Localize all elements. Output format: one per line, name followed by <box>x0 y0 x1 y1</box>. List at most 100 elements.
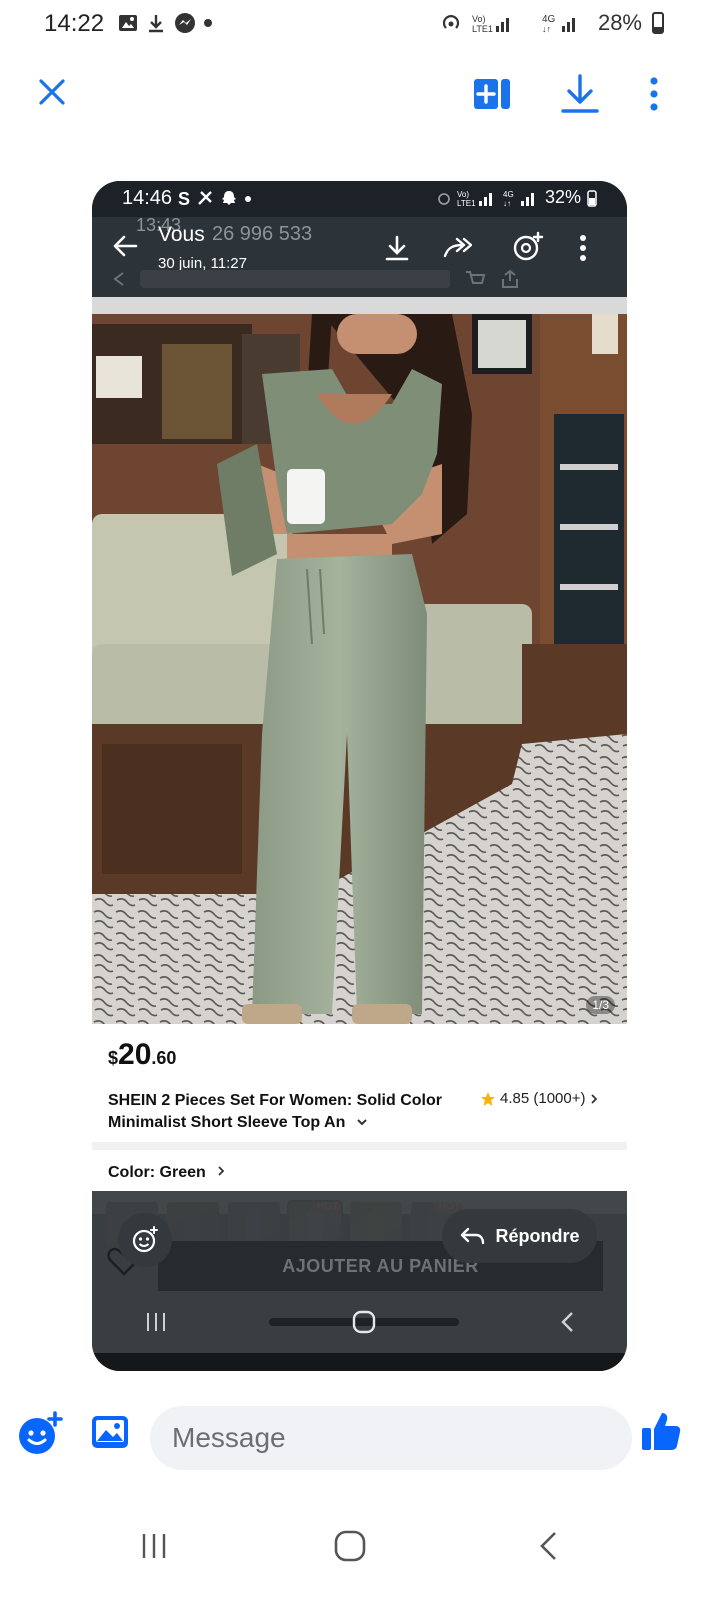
svg-text:↓↑: ↓↑ <box>542 24 551 34</box>
forward-icon <box>443 237 472 258</box>
color-label-text: Color: Green <box>108 1164 206 1181</box>
inner-battery-percent: 32% <box>544 187 581 207</box>
price-currency: $ <box>108 1048 119 1068</box>
s-app-icon: S <box>178 189 191 209</box>
star-icon <box>481 1091 495 1106</box>
color-selector-label[interactable]: Color: Green <box>108 1164 226 1182</box>
rating-text: 4.85 (1000+) <box>500 1090 586 1107</box>
shared-screenshot[interactable]: 14:46 S Vo) LTE1 4G ↓↑ 32% 13:43 26 996 53… <box>92 181 627 1371</box>
chevron-right-icon <box>218 1166 225 1176</box>
ghost-phone-number: 26 996 533 <box>212 223 313 245</box>
tool-icon <box>198 191 212 205</box>
product-title-text: SHEIN 2 Pieces Set For Women: Solid Colo… <box>108 1092 442 1131</box>
sticker-add-icon <box>513 231 544 261</box>
more-options-button[interactable] <box>642 74 666 114</box>
message-input[interactable] <box>150 1406 632 1470</box>
close-button[interactable] <box>34 74 70 110</box>
product-rating[interactable]: 4.85 (1000+) <box>480 1090 599 1107</box>
product-title[interactable]: SHEIN 2 Pieces Set For Women: Solid Colo… <box>108 1090 448 1134</box>
product-info: $20.60 SHEIN 2 Pieces Set For Women: Sol… <box>92 1024 627 1214</box>
recents-icon <box>142 1534 166 1558</box>
sticker-button[interactable] <box>16 1410 64 1458</box>
back-icon <box>560 1312 573 1332</box>
ghost-cart-icon <box>466 271 486 284</box>
inner-signal-icon: Vo)LTE1 <box>457 190 492 207</box>
inner-battery-icon <box>587 189 597 207</box>
price-decimal: .60 <box>151 1048 177 1068</box>
section-divider <box>92 1142 627 1150</box>
inner-bottom-strip <box>92 1353 627 1371</box>
chevron-down-icon <box>357 1119 367 1126</box>
home-button[interactable] <box>328 1526 372 1566</box>
chevron-right-icon <box>591 1093 598 1104</box>
emoji-add-icon <box>132 1226 158 1253</box>
close-icon <box>39 79 65 105</box>
download-icon <box>561 74 599 113</box>
thumbs-up-icon <box>642 1413 681 1450</box>
ghost-share-icon <box>502 269 518 288</box>
inner-navigation-bar <box>92 1291 627 1353</box>
inner-forward-button[interactable] <box>440 231 474 265</box>
arrow-left-icon <box>113 235 138 257</box>
ghost-back-icon <box>113 272 124 286</box>
svg-text:4G: 4G <box>503 190 514 199</box>
product-photo[interactable]: 1/3 <box>92 314 627 1024</box>
svg-text:↓↑: ↓↑ <box>503 199 511 207</box>
image-counter: 1/3 <box>586 996 615 1014</box>
home-icon <box>352 1310 375 1334</box>
messenger-notification-icon <box>174 12 196 34</box>
back-button[interactable] <box>532 1528 564 1564</box>
recents-button[interactable] <box>134 1528 174 1564</box>
inner-viewer-header: 13:43 26 996 533 Vous 30 juin, 11:27 <box>92 215 627 297</box>
message-composer <box>0 1406 718 1500</box>
dot-icon <box>204 19 212 27</box>
inner-notification-icons: S <box>178 189 252 210</box>
inner-download-button[interactable] <box>380 231 414 265</box>
emoji-add-icon <box>19 1411 63 1454</box>
battery-percent: 28% <box>597 10 642 35</box>
svg-text:Vo): Vo) <box>457 190 469 199</box>
reply-overlay: AJOUTER AU PANIER Répondre <box>92 1191 627 1371</box>
gallery-notification-icon <box>118 13 138 33</box>
reply-label: Répondre <box>495 1225 580 1246</box>
inner-add-reaction-button[interactable] <box>510 229 546 265</box>
react-button[interactable] <box>118 1213 172 1267</box>
reply-icon <box>461 1227 485 1245</box>
viewer-toolbar <box>0 60 718 130</box>
status-time: 14:22 <box>44 10 105 37</box>
image-icon <box>92 1416 128 1448</box>
inner-more-button[interactable] <box>572 231 594 265</box>
like-button[interactable] <box>638 1408 684 1454</box>
hotspot-icon <box>440 12 462 34</box>
snapchat-icon <box>222 191 237 205</box>
status-bar: 14:22 Vo) LTE1 4G ↓↑ 28% <box>0 0 718 50</box>
ghost-search-field <box>140 270 450 288</box>
more-vertical-icon <box>580 235 586 261</box>
download-icon <box>385 235 409 261</box>
inner-status-time: 14:46 <box>122 187 173 209</box>
dot-icon <box>245 196 252 202</box>
svg-text:LTE1: LTE1 <box>472 24 493 34</box>
notification-icons <box>118 12 212 34</box>
battery-icon <box>652 12 664 34</box>
signal-icon: Vo) LTE1 <box>472 12 532 34</box>
save-to-album-button[interactable] <box>472 76 512 112</box>
gallery-button[interactable] <box>90 1412 130 1452</box>
ghost-browser-bar <box>112 267 612 291</box>
system-navigation-bar <box>0 1518 718 1588</box>
outfit-photo-image <box>92 314 627 1024</box>
sender-name: Vous <box>158 223 205 246</box>
download-button[interactable] <box>560 72 600 116</box>
svg-text:LTE1: LTE1 <box>457 199 476 207</box>
page-strip <box>92 297 627 314</box>
back-icon <box>540 1532 556 1560</box>
home-icon <box>334 1530 366 1562</box>
inner-status-bar: 14:46 S Vo) LTE1 4G ↓↑ 32% <box>92 181 627 217</box>
recents-icon <box>146 1313 165 1331</box>
alarm-icon <box>438 192 450 205</box>
reply-button[interactable]: Répondre <box>442 1209 597 1263</box>
inner-back-button[interactable] <box>110 231 140 261</box>
signal-4g-icon: 4G ↓↑ <box>542 12 588 34</box>
more-vertical-icon <box>650 77 658 111</box>
svg-text:Vo): Vo) <box>472 14 486 24</box>
